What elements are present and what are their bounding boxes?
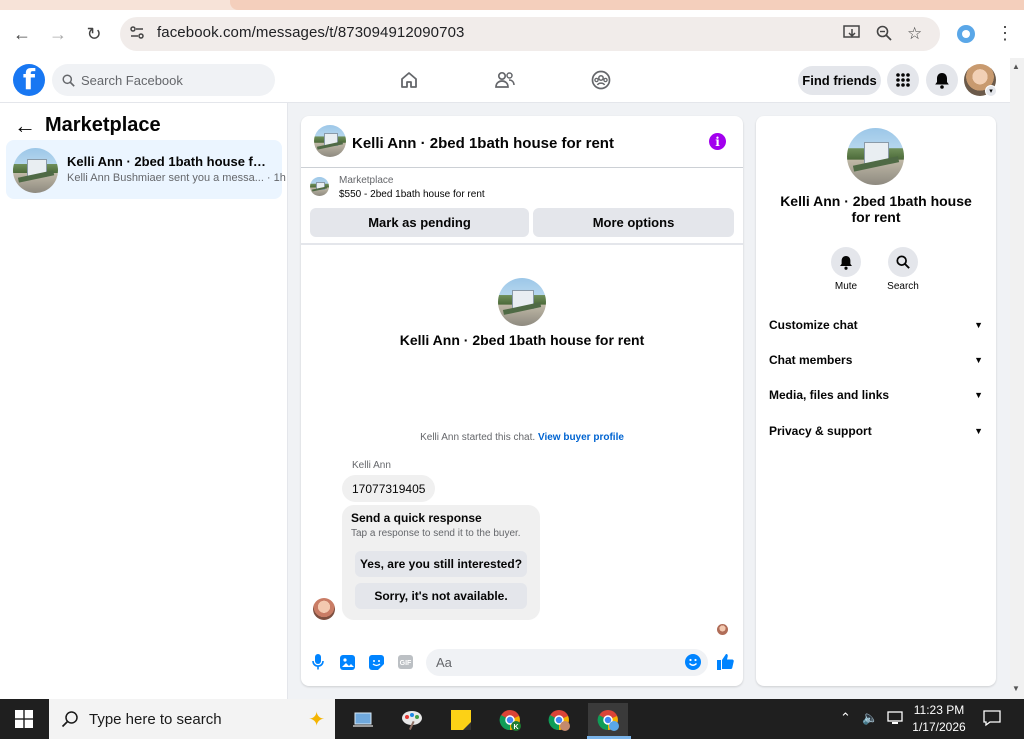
view-buyer-profile-link[interactable]: View buyer profile (538, 432, 624, 443)
chat-members-row[interactable]: Chat members ▼ (769, 350, 983, 370)
thread-title[interactable]: Kelli Ann · 2bed 1bath house for re... (67, 154, 272, 169)
search-input[interactable] (81, 72, 261, 88)
forward-icon[interactable]: → (44, 20, 72, 48)
find-friends-button[interactable]: Find friends (798, 66, 881, 95)
zoom-icon[interactable] (876, 25, 892, 46)
info-icon[interactable]: i (709, 133, 726, 150)
reload-icon[interactable]: ↻ (80, 20, 108, 48)
privacy-support-row[interactable]: Privacy & support ▼ (769, 421, 983, 441)
quick-response-subtitle: Tap a response to send it to the buyer. (351, 528, 521, 539)
chevron-down-icon: ▼ (974, 390, 983, 400)
message-input[interactable] (436, 655, 676, 670)
chevron-down-icon: ▼ (974, 355, 983, 365)
thumbs-up-icon[interactable] (716, 652, 736, 672)
listing-label: Marketplace (339, 175, 394, 186)
started-label: Kelli Ann started this chat. (420, 432, 536, 443)
taskbar-search[interactable]: Type here to search ✦ (49, 699, 335, 739)
volume-icon[interactable]: 🔈 (862, 710, 878, 726)
account-chevron-icon[interactable]: ▾ (985, 85, 997, 97)
listing-avatar (13, 148, 58, 193)
menu-label: Chat members (769, 353, 853, 367)
facebook-search[interactable] (52, 64, 275, 96)
mute-bell-icon[interactable] (831, 247, 861, 277)
taskbar-clock[interactable]: 11:23 PM 1/17/2026 (900, 702, 978, 736)
menu-grid-icon[interactable] (887, 64, 919, 96)
scroll-up-icon[interactable]: ▲ (1012, 62, 1020, 71)
divider (301, 167, 743, 168)
mark-as-pending-button[interactable]: Mark as pending (310, 208, 529, 237)
clock-time: 11:23 PM (913, 703, 965, 717)
chrome-active-icon[interactable] (588, 703, 628, 736)
customize-chat-row[interactable]: Customize chat ▼ (769, 315, 983, 335)
chrome-profile-2-icon[interactable] (539, 703, 579, 736)
mute-label: Mute (834, 281, 858, 292)
scroll-down-icon[interactable]: ▼ (1012, 684, 1020, 693)
chrome-profile-k-icon[interactable]: K (490, 703, 530, 736)
quick-response-no-button[interactable]: Sorry, it's not available. (355, 583, 527, 609)
menu-label: Customize chat (769, 318, 858, 332)
menu-label: Privacy & support (769, 424, 872, 438)
sender-avatar[interactable] (313, 598, 335, 620)
notification-center-icon[interactable] (983, 709, 1001, 730)
chevron-down-icon: ▼ (974, 320, 983, 330)
search-icon (62, 73, 75, 87)
home-icon[interactable] (396, 68, 422, 92)
intro-title: Kelli Ann · 2bed 1bath house for rent (399, 332, 645, 348)
divider (301, 243, 743, 245)
menu-label: Media, files and links (769, 388, 890, 402)
groups-icon[interactable] (588, 68, 614, 92)
svg-text:K: K (513, 724, 518, 731)
svg-text:GIF: GIF (399, 660, 411, 667)
gif-icon[interactable]: GIF (397, 654, 413, 670)
media-files-links-row[interactable]: Media, files and links ▼ (769, 385, 983, 405)
extension-icon[interactable] (957, 25, 975, 43)
emoji-icon[interactable] (685, 654, 701, 670)
windows-start-icon[interactable] (0, 699, 48, 739)
notifications-bell-icon[interactable] (926, 64, 958, 96)
sticky-notes-icon[interactable] (441, 703, 481, 736)
image-icon[interactable] (339, 654, 355, 670)
site-info-icon[interactable] (129, 25, 145, 45)
facebook-logo-icon[interactable]: f (13, 64, 45, 96)
friends-icon[interactable] (492, 68, 518, 92)
details-title: Kelli Ann · 2bed 1bath house for rent (780, 193, 972, 225)
listing-price[interactable]: $550 - 2bed 1bath house for rent (339, 189, 485, 200)
task-view-icon[interactable] (343, 703, 383, 736)
seen-indicator-avatar (717, 624, 728, 635)
paint-app-icon[interactable] (392, 703, 432, 736)
back-icon[interactable]: ← (8, 20, 36, 48)
back-arrow-icon[interactable]: ← (14, 113, 36, 139)
message-composer[interactable] (426, 649, 708, 676)
chat-header-avatar[interactable] (314, 125, 346, 157)
bookmark-star-icon[interactable]: ☆ (907, 24, 922, 44)
install-app-icon[interactable] (843, 25, 861, 46)
chat-started-text: Kelli Ann started this chat. View buyer … (301, 432, 743, 443)
browser-tab-area (230, 0, 1024, 10)
clock-date: 1/17/2026 (912, 720, 966, 734)
url-text[interactable]: facebook.com/messages/t/873094912090703 (157, 24, 464, 41)
search-highlight-icon[interactable]: ✦ (308, 707, 325, 732)
page-scrollbar[interactable] (1010, 58, 1024, 699)
show-hidden-icons-icon[interactable]: ⌃ (840, 710, 851, 726)
browser-menu-icon[interactable]: ⋮ (996, 23, 1014, 44)
chevron-down-icon: ▼ (974, 426, 983, 436)
sidebar-title: Marketplace (45, 114, 161, 136)
intro-avatar (498, 278, 546, 326)
message-bubble[interactable]: 17077319405 (342, 475, 436, 502)
search-label: Search (887, 281, 919, 292)
quick-response-yes-button[interactable]: Yes, are you still interested? (355, 551, 527, 577)
search-conversation-icon[interactable] (888, 247, 918, 277)
thread-preview: Kelli Ann Bushmiaer sent you a messa... … (67, 172, 286, 184)
sender-name: Kelli Ann (352, 460, 391, 471)
search-icon (61, 711, 78, 728)
details-avatar[interactable] (847, 128, 904, 185)
microphone-icon[interactable] (310, 654, 326, 670)
taskbar-search-placeholder[interactable]: Type here to search (89, 711, 222, 728)
sticker-icon[interactable] (368, 654, 384, 670)
listing-thumbnail[interactable] (310, 177, 329, 196)
more-options-button[interactable]: More options (533, 208, 734, 237)
chat-header-title[interactable]: Kelli Ann · 2bed 1bath house for rent (352, 135, 614, 152)
quick-response-title: Send a quick response (351, 511, 482, 525)
